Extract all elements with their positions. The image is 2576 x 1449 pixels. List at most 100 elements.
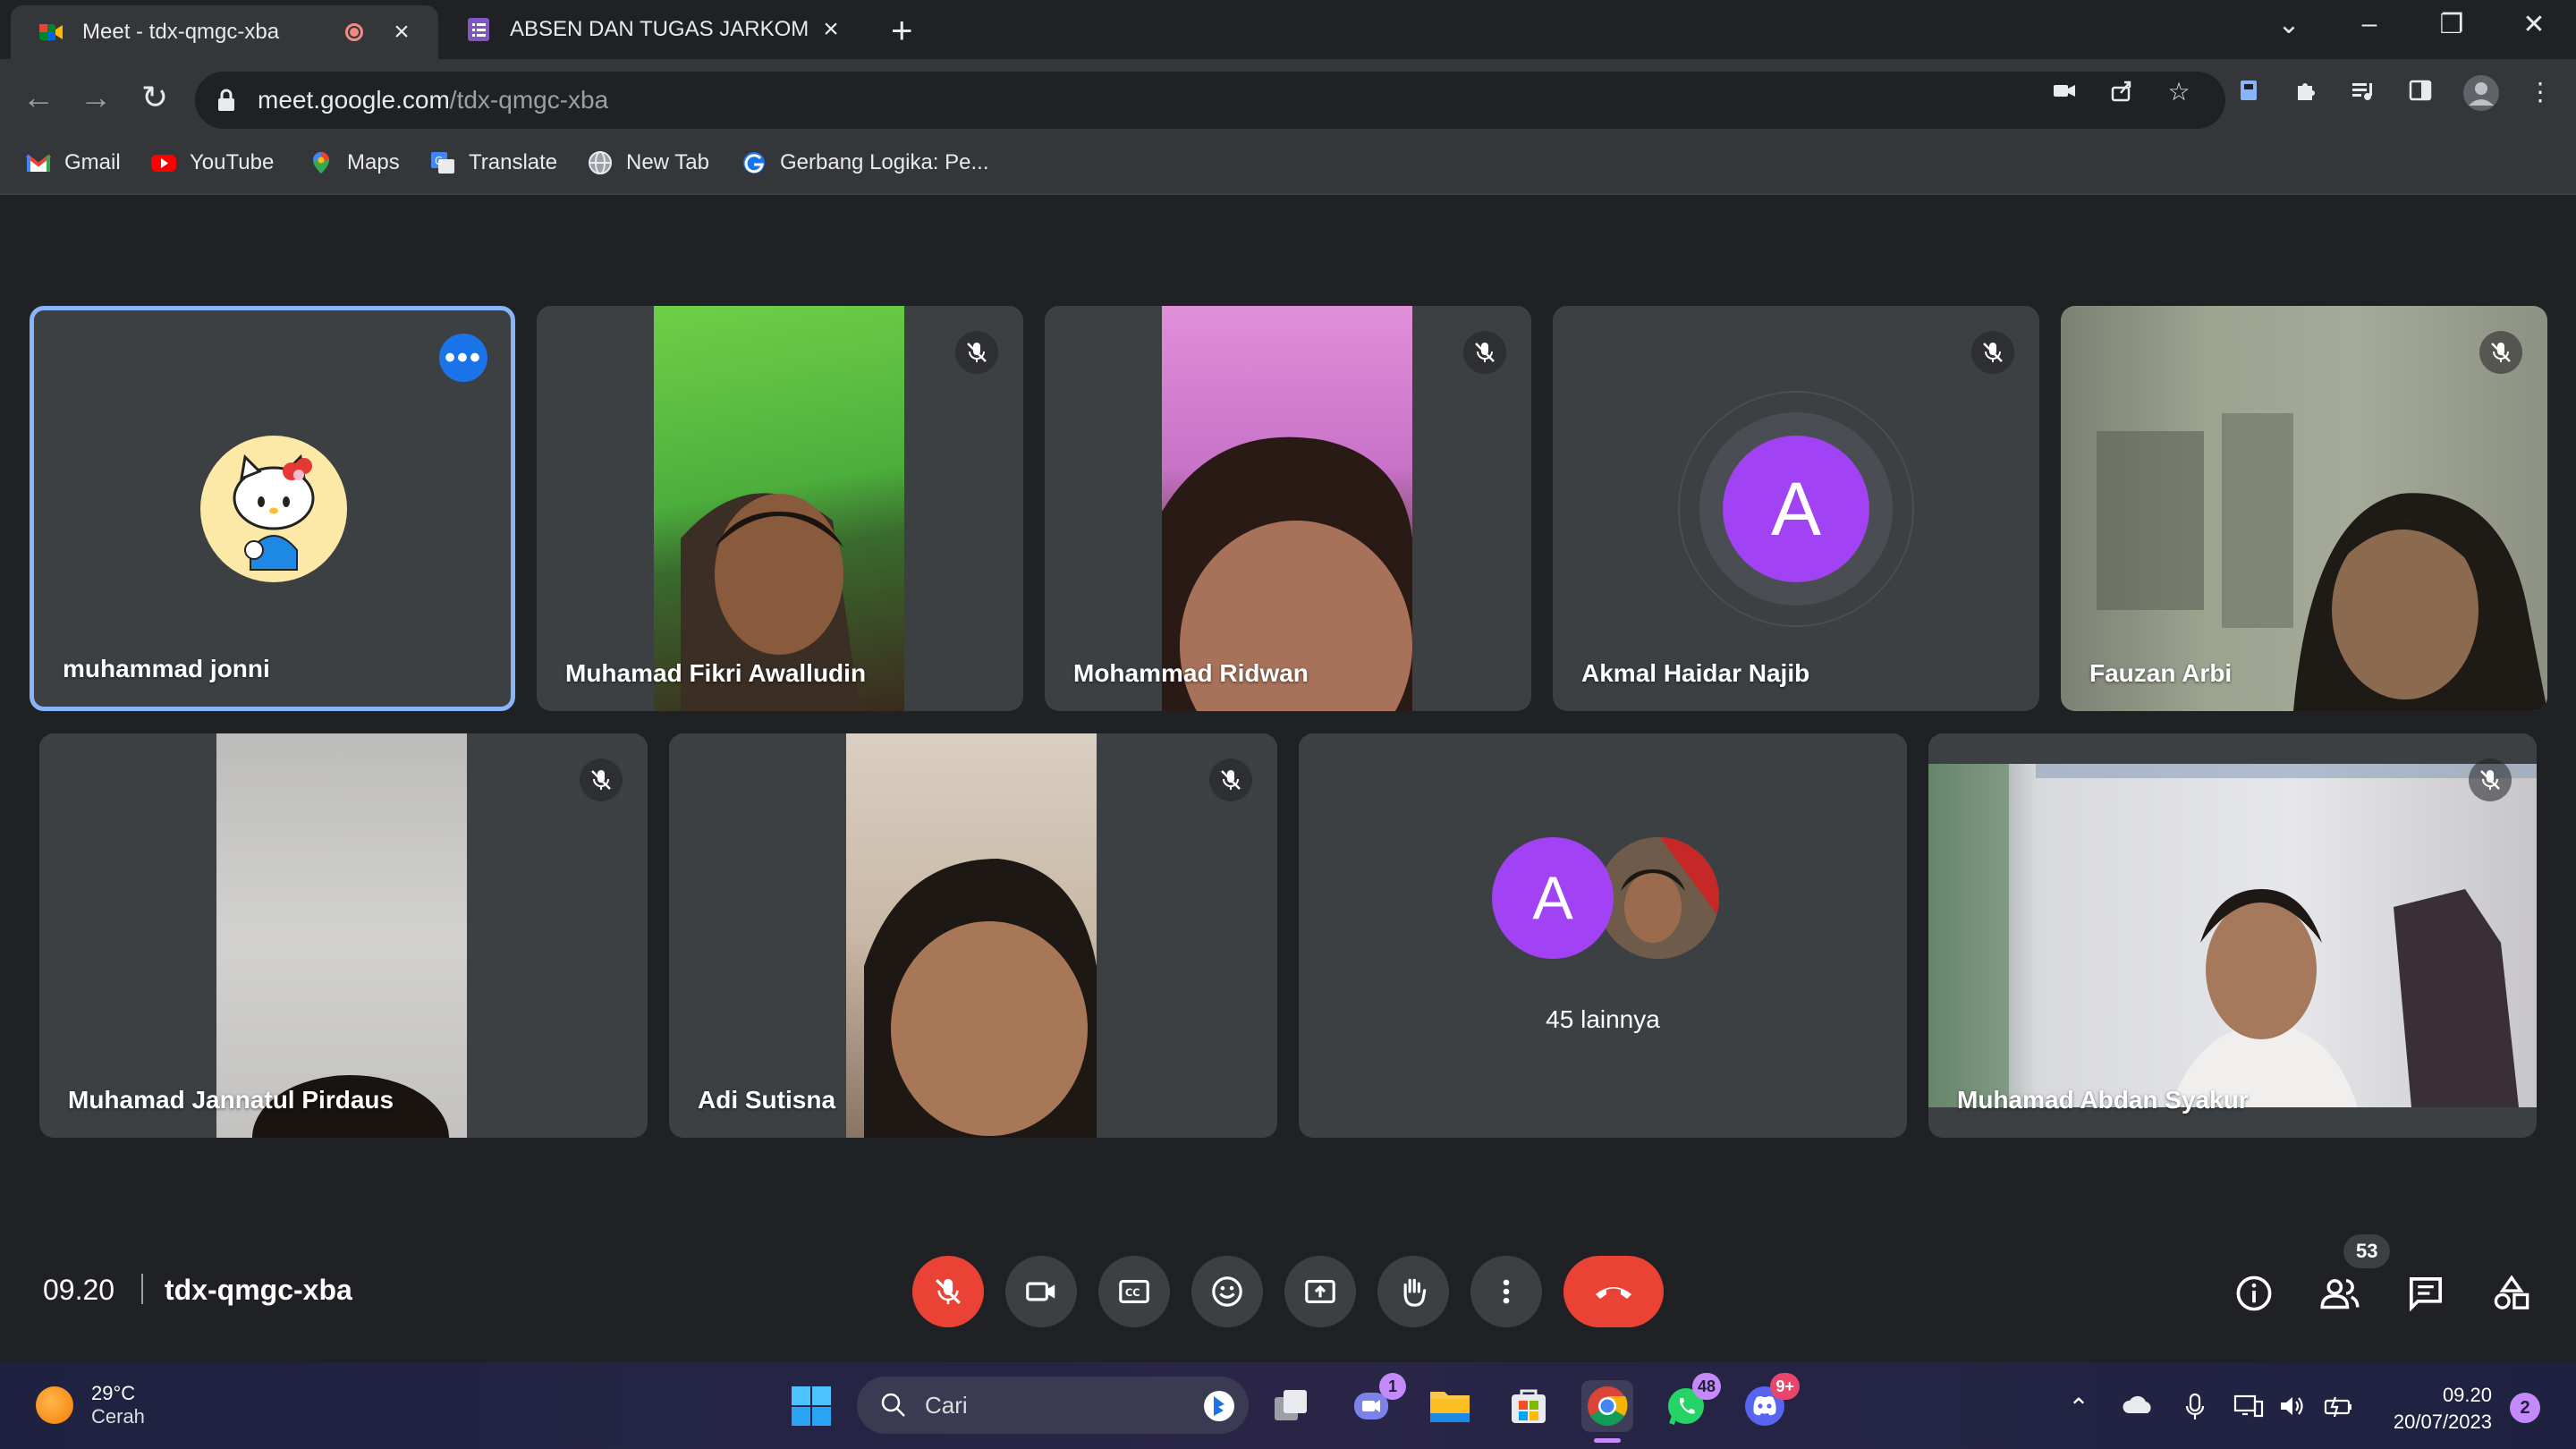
start-button[interactable]	[785, 1380, 837, 1432]
avatar: A	[1492, 837, 1614, 959]
meeting-details-button[interactable]	[2229, 1268, 2279, 1318]
emoji-icon	[1212, 1276, 1242, 1307]
extension-save-icon[interactable]	[2231, 77, 2267, 113]
people-icon	[2320, 1279, 2360, 1309]
bookmarks-bar: Gmail YouTube Maps G Translate New Tab G…	[0, 141, 2576, 195]
extensions-puzzle-icon[interactable]	[2288, 77, 2324, 113]
tab-meet[interactable]: Meet - tdx-qmgc-xba ×	[11, 5, 438, 59]
close-window-icon[interactable]: ✕	[2512, 9, 2556, 40]
captions-button[interactable]: CC	[1098, 1256, 1170, 1327]
tab-absen[interactable]: ABSEN DAN TUGAS JARKOM ×	[447, 0, 868, 59]
media-control-icon[interactable]	[2345, 77, 2381, 113]
tab-close-icon[interactable]: ×	[388, 17, 415, 47]
participant-video	[846, 733, 1097, 1138]
profile-avatar[interactable]	[2462, 73, 2499, 111]
meet-favicon-icon	[38, 19, 64, 46]
meet-control-bar: 09.20 tdx-qmgc-xba CC 53	[0, 1234, 2576, 1362]
participant-tile[interactable]: Muhamad Jannatul Pirdaus	[39, 733, 648, 1138]
system-clock[interactable]: 09.20 20/07/2023	[2379, 1382, 2492, 1436]
notification-badge[interactable]: 2	[2510, 1393, 2540, 1423]
people-button[interactable]	[2315, 1268, 2365, 1318]
muted-mic-icon	[1971, 331, 2014, 374]
participant-tile[interactable]: Fauzan Arbi	[2061, 306, 2547, 711]
tray-overflow-chevron-icon[interactable]: ⌃	[2061, 1393, 2097, 1422]
onedrive-icon[interactable]	[2120, 1393, 2156, 1421]
side-panel-icon[interactable]	[2402, 77, 2438, 113]
folder-icon	[1430, 1392, 1470, 1422]
teams-chat-button[interactable]: 1	[1345, 1373, 1406, 1432]
participant-tile-self[interactable]: ••• muhammad jonni	[30, 306, 515, 711]
bookmark-gerbang-logika[interactable]: Gerbang Logika: Pe...	[741, 150, 988, 175]
minimize-icon[interactable]: –	[2347, 9, 2392, 39]
windows-logo-icon	[792, 1386, 831, 1426]
leave-call-button[interactable]	[1563, 1256, 1664, 1327]
participant-tile[interactable]: Muhamad Fikri Awalludin	[537, 306, 1023, 711]
participant-tile[interactable]: A Akmal Haidar Najib	[1553, 306, 2039, 711]
restore-icon[interactable]: ❐	[2429, 9, 2474, 40]
participant-tile[interactable]: Mohammad Ridwan	[1045, 306, 1531, 711]
bookmark-gmail[interactable]: Gmail	[25, 150, 121, 175]
more-options-button[interactable]	[1470, 1256, 1542, 1327]
volume-icon[interactable]	[2275, 1393, 2311, 1426]
participant-name: Adi Sutisna	[698, 1086, 836, 1114]
tab-close-icon[interactable]: ×	[818, 14, 844, 45]
chat-button[interactable]	[2401, 1268, 2451, 1318]
participant-name: Akmal Haidar Najib	[1581, 659, 1810, 687]
raise-hand-button[interactable]	[1377, 1256, 1449, 1327]
mic-off-button[interactable]	[912, 1256, 984, 1327]
tab-search-chevron-icon[interactable]: ⌄	[2267, 9, 2311, 40]
reload-icon[interactable]: ↻	[132, 79, 177, 116]
bookmark-star-icon[interactable]: ☆	[2161, 77, 2197, 113]
bookmark-youtube[interactable]: YouTube	[150, 150, 274, 175]
bookmark-maps[interactable]: Maps	[308, 150, 400, 175]
bookmark-translate[interactable]: G Translate	[429, 150, 557, 175]
participant-tile[interactable]: Muhamad Abdan Syakur	[1928, 733, 2537, 1138]
lock-icon	[218, 89, 234, 111]
muted-mic-icon	[955, 331, 998, 374]
weather-condition: Cerah	[91, 1405, 145, 1428]
clock-time: 09.20	[2442, 1384, 2492, 1406]
chrome-button[interactable]	[1581, 1380, 1633, 1443]
microphone-in-use-icon[interactable]	[2177, 1393, 2213, 1428]
forward-icon[interactable]: →	[73, 79, 118, 116]
present-screen-icon	[1305, 1280, 1335, 1303]
store-button[interactable]	[1503, 1380, 1555, 1432]
camera-icon	[1026, 1282, 1055, 1301]
share-icon[interactable]	[2104, 77, 2140, 113]
svg-text:G: G	[435, 155, 443, 167]
more-options-icon[interactable]: •••	[439, 334, 487, 382]
participant-tile[interactable]: Adi Sutisna	[669, 733, 1277, 1138]
chrome-icon	[1588, 1386, 1628, 1426]
taskbar-search[interactable]: Cari	[857, 1377, 1249, 1434]
participant-name: Muhamad Abdan Syakur	[1957, 1086, 2249, 1114]
network-icon[interactable]	[2231, 1393, 2267, 1426]
activities-icon	[2494, 1275, 2529, 1309]
chrome-menu-icon[interactable]: ⋮	[2522, 77, 2558, 113]
clock-date: 20/07/2023	[2393, 1411, 2492, 1433]
others-tile[interactable]: A 45 lainnya	[1299, 733, 1907, 1138]
battery-charging-icon[interactable]	[2320, 1393, 2356, 1426]
present-button[interactable]	[1284, 1256, 1356, 1327]
gmail-icon	[25, 154, 52, 172]
file-explorer-button[interactable]	[1424, 1380, 1476, 1432]
discord-button[interactable]: 9+	[1739, 1373, 1800, 1432]
others-count-label: 45 lainnya	[1546, 1005, 1660, 1033]
search-icon	[881, 1393, 905, 1417]
back-icon[interactable]: ←	[16, 79, 61, 116]
camera-button[interactable]	[1005, 1256, 1077, 1327]
mic-off-icon	[936, 1278, 961, 1305]
meeting-code: tdx-qmgc-xba	[165, 1274, 352, 1306]
new-tab-button[interactable]: +	[891, 9, 913, 52]
bookmark-new-tab[interactable]: New Tab	[587, 150, 709, 175]
activities-button[interactable]	[2487, 1268, 2537, 1318]
task-view-button[interactable]	[1265, 1380, 1317, 1432]
participant-video	[1162, 306, 1412, 711]
address-bar[interactable]: meet.google.com /tdx-qmgc-xba	[195, 72, 2225, 129]
page-icon	[743, 152, 765, 174]
muted-mic-icon	[580, 758, 623, 801]
avatar	[1597, 837, 1719, 959]
camera-in-use-icon[interactable]	[2046, 77, 2082, 113]
reactions-button[interactable]	[1191, 1256, 1263, 1327]
whatsapp-button[interactable]: 48	[1660, 1373, 1721, 1432]
weather-widget[interactable]: 29°C Cerah	[36, 1382, 145, 1428]
